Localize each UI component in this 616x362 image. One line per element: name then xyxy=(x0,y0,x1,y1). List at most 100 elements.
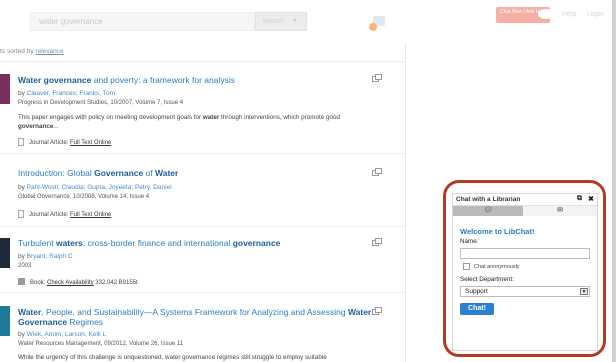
share-icon[interactable] xyxy=(372,307,382,315)
name-field[interactable] xyxy=(460,248,590,259)
full-text-link[interactable]: Full Text Online xyxy=(70,140,111,146)
result-source: Water Resources Management, 09/2012, Vol… xyxy=(18,341,184,347)
authors-prefix: by xyxy=(18,331,27,338)
close-icon[interactable]: ✖ xyxy=(588,195,594,203)
title-highlight: Governance xyxy=(18,317,68,327)
search-button[interactable]: Search ▼ xyxy=(255,12,307,31)
full-text-link[interactable]: Full Text Online xyxy=(70,212,111,218)
format-type: Book: xyxy=(30,280,46,286)
result-authors: by Pahl-Wostl, Claudia; Gupta, Joyeeta; … xyxy=(18,184,172,191)
authors-prefix: by xyxy=(18,253,27,260)
result-title[interactable]: Water governance and poverty: a framewor… xyxy=(18,75,235,85)
check-availability-link[interactable]: Check Availability xyxy=(47,280,94,286)
result-source: Global Governance, 10/2008, Volume 14, I… xyxy=(18,194,150,200)
title-text: Regimes xyxy=(67,317,104,327)
authors-link[interactable]: Cleaver, Frances; Franks, Tom xyxy=(27,90,115,97)
call-number: 332.042 B9155t xyxy=(95,280,138,286)
cover-thumbnail xyxy=(0,306,10,336)
result-separator xyxy=(0,226,405,227)
chat-bubble-icon[interactable] xyxy=(367,15,387,33)
chat-header: Chat with a Librarian ⧉ ✖ xyxy=(453,194,597,206)
authors-prefix: by xyxy=(18,184,27,191)
result-authors: by Bryant, Ralph C xyxy=(18,253,73,260)
title-highlight: governance xyxy=(232,238,281,248)
result-item: Water, People, and Sustainability—A Syst… xyxy=(0,294,400,362)
format-type: Journal Article: xyxy=(29,212,69,218)
chevron-down-icon[interactable]: ▼ xyxy=(580,288,588,295)
sort-line: ts sorted by relevance xyxy=(0,48,64,55)
result-title[interactable]: Introduction: Global Governance of Water xyxy=(18,168,178,178)
book-icon xyxy=(18,278,25,285)
title-text: Introduction: Global xyxy=(18,168,95,178)
anonymous-label: Chat anonymously xyxy=(474,264,520,270)
speech-bubble-icon xyxy=(538,9,554,19)
document-icon xyxy=(18,138,24,146)
top-bar: water governance Search ▼ Chat Now / Ask… xyxy=(0,0,616,44)
cover-thumbnail xyxy=(0,74,10,104)
title-highlight: Water xyxy=(347,307,372,317)
title-highlight: Water governance xyxy=(18,75,92,85)
share-icon[interactable] xyxy=(372,168,382,176)
result-item: Turbulent waters: cross-border finance a… xyxy=(0,228,400,290)
sort-relevance-link[interactable]: relevance xyxy=(35,48,63,55)
result-item: Water governance and poverty: a framewor… xyxy=(0,62,400,152)
result-snippet: This paper engages with policy on meetin… xyxy=(18,114,341,130)
result-source: Progress in Development Studies, 10/2007… xyxy=(18,100,184,106)
search-input[interactable]: water governance xyxy=(30,12,255,31)
window-edge xyxy=(612,0,616,362)
anonymous-checkbox[interactable] xyxy=(463,263,470,270)
title-text: of xyxy=(143,168,156,178)
chat-widget: Chat with a Librarian ⧉ ✖ 💬︎ ✉ Welcome t… xyxy=(452,193,598,351)
envelope-icon: ✉ xyxy=(557,207,563,214)
result-format: Book: Check Availability 332.042 B9155t xyxy=(18,278,138,286)
authors-link[interactable]: Wiek, Arnim; Larson, Kelli L xyxy=(27,331,106,338)
title-text: and poverty: a framework for analysis xyxy=(91,75,235,85)
help-link[interactable]: Help xyxy=(562,11,576,18)
login-link[interactable]: Login xyxy=(587,11,604,18)
result-format: Journal Article: Full Text Online xyxy=(18,210,111,218)
result-item: Introduction: Global Governance of Water… xyxy=(0,155,400,225)
share-icon[interactable] xyxy=(372,238,382,246)
chat-now-badge-label: Chat Now / Ask Us xyxy=(500,9,542,15)
tab-email[interactable]: ✉ xyxy=(523,206,597,216)
result-separator xyxy=(0,153,405,154)
result-title[interactable]: Water, People, and Sustainability—A Syst… xyxy=(18,307,371,317)
title-text: Turbulent xyxy=(18,238,56,248)
result-source: 2003 xyxy=(18,263,32,269)
department-value: Support xyxy=(465,288,488,295)
authors-prefix: by xyxy=(18,90,27,97)
title-highlight: Water xyxy=(155,168,179,178)
result-authors: by Wiek, Arnim; Larson, Kelli L xyxy=(18,331,106,338)
column-divider xyxy=(405,44,406,362)
share-icon[interactable] xyxy=(372,74,382,82)
title-highlight: Water xyxy=(18,307,42,317)
department-select[interactable]: Support ▼ xyxy=(460,286,590,297)
tab-chat[interactable]: 💬︎ xyxy=(453,206,523,216)
result-format: Journal Article: Full Text Online xyxy=(18,138,111,146)
chat-submit-button[interactable]: Chat! xyxy=(460,303,494,315)
authors-link[interactable]: Bryant, Ralph C xyxy=(27,253,73,260)
popout-icon[interactable]: ⧉ xyxy=(577,195,582,203)
result-title-line2[interactable]: Governance Regimes xyxy=(18,317,103,327)
chat-title: Chat with a Librarian xyxy=(456,196,521,203)
department-label: Select Department: xyxy=(460,276,514,283)
title-text: , People, and Sustainability—A Systems F… xyxy=(41,307,348,317)
name-label: Name: xyxy=(460,238,479,245)
title-text: : cross-border finance and international xyxy=(82,238,233,248)
result-authors: by Cleaver, Frances; Franks, Tom xyxy=(18,90,115,97)
chat-bubble-tab-icon: 💬︎ xyxy=(483,207,493,214)
chat-welcome: Welcome to LibChat! xyxy=(460,227,535,236)
result-separator xyxy=(0,292,405,293)
title-highlight: waters xyxy=(55,238,83,248)
chevron-down-icon[interactable]: ▼ xyxy=(292,18,298,24)
chat-now-badge[interactable]: Chat Now / Ask Us xyxy=(496,7,554,23)
cover-thumbnail xyxy=(0,238,10,268)
chat-tabs: 💬︎ ✉ xyxy=(453,206,597,216)
format-type: Journal Article: xyxy=(29,140,69,146)
sort-prefix: ts sorted by xyxy=(0,48,34,55)
search-button-label: Search xyxy=(262,18,285,25)
document-icon xyxy=(18,210,24,218)
authors-link[interactable]: Pahl-Wostl, Claudia; Gupta, Joyeeta; Pet… xyxy=(27,184,172,191)
result-title[interactable]: Turbulent waters: cross-border finance a… xyxy=(18,238,280,248)
result-snippet: While the urgency of this challenge is u… xyxy=(18,354,327,361)
